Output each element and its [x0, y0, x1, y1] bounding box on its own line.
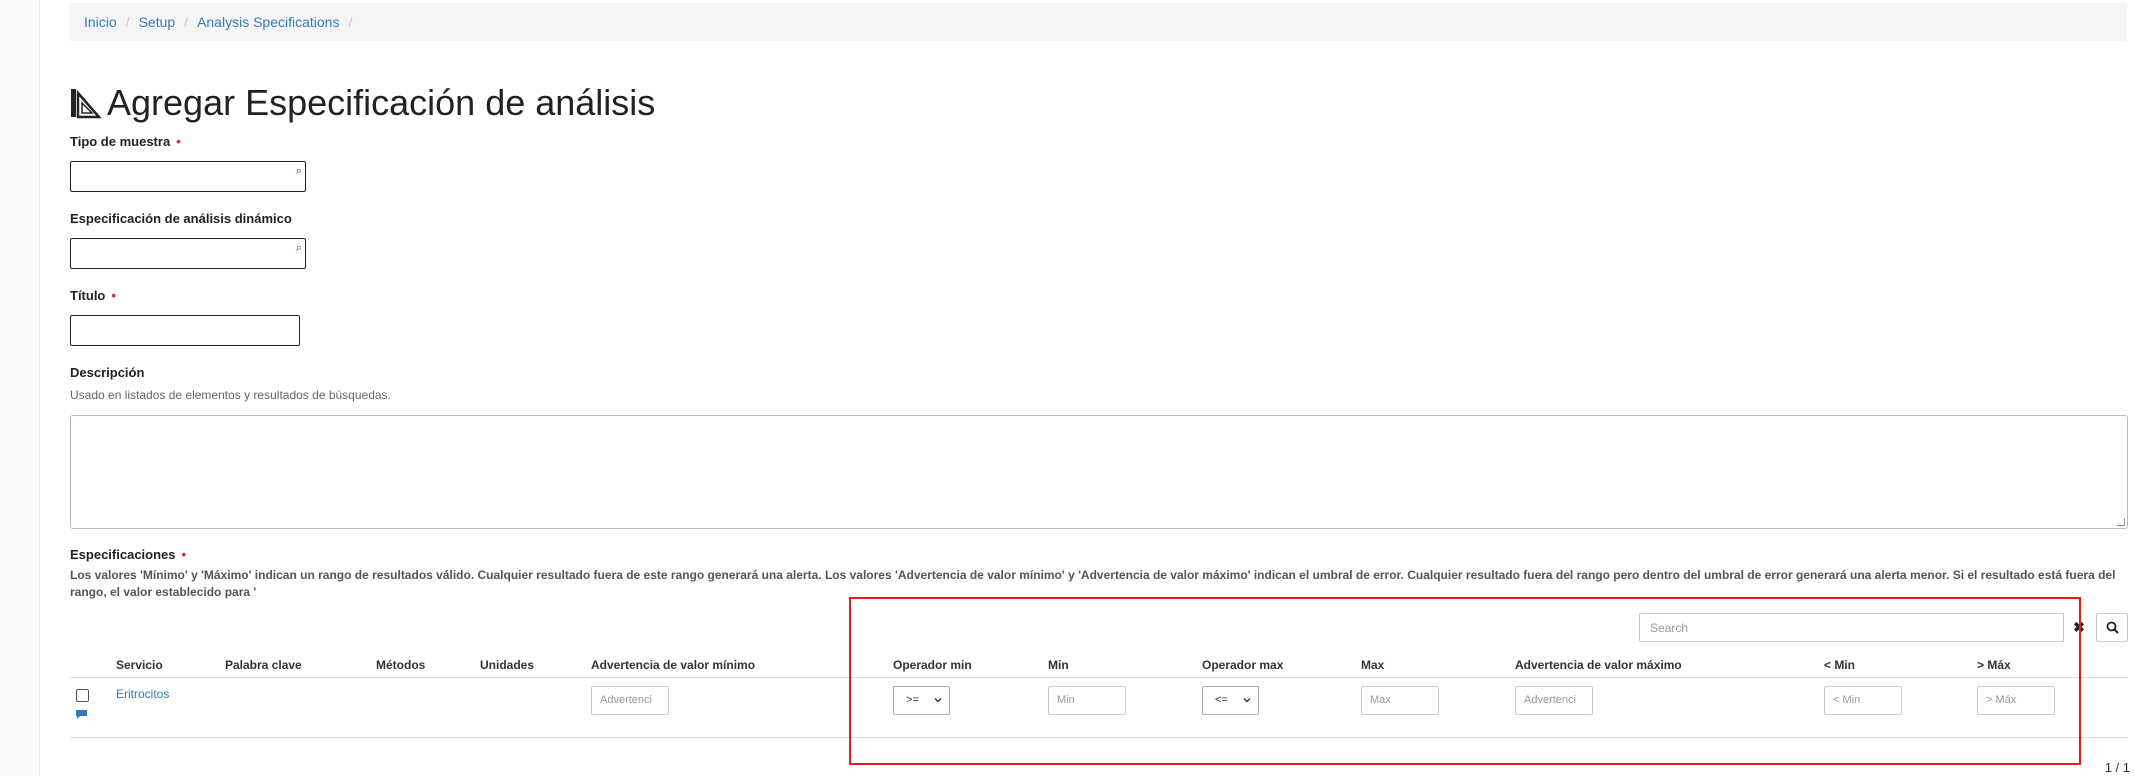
breadcrumb-separator: /: [348, 14, 353, 30]
specs-label-text: Especificaciones: [70, 547, 176, 562]
col-metodos[interactable]: Métodos: [376, 658, 425, 672]
search-button[interactable]: [2096, 613, 2128, 642]
chevron-down-icon: [1243, 698, 1251, 703]
required-marker: •: [176, 134, 181, 149]
search-icon: ⌕: [295, 165, 302, 177]
warn-min-input[interactable]: Advertenci: [591, 686, 669, 715]
comment-icon[interactable]: [75, 709, 88, 720]
title-label-text: Título: [70, 288, 106, 303]
min-operator-value: >=: [906, 694, 919, 706]
search-icon: [2106, 621, 2119, 634]
dynamic-spec-input[interactable]: ⌕: [70, 238, 306, 269]
specs-help: Los valores 'Mínimo' y 'Máximo' indican …: [70, 568, 2116, 599]
sample-type-label: Tipo de muestra •: [70, 134, 181, 149]
max-operator-value: <=: [1215, 694, 1228, 706]
chevron-down-icon: [934, 698, 942, 703]
col-servicio[interactable]: Servicio: [116, 658, 163, 672]
col-min[interactable]: Min: [1048, 658, 1069, 672]
max-operator-select[interactable]: <=: [1202, 686, 1259, 715]
col-unidades[interactable]: Unidades: [480, 658, 534, 672]
title-label: Título •: [70, 288, 116, 303]
search-icon: ⌕: [295, 242, 302, 254]
col-max-operator[interactable]: Operador max: [1202, 658, 1283, 672]
row-select-checkbox[interactable]: [76, 689, 89, 702]
max-input[interactable]: Max: [1361, 686, 1439, 715]
col-max[interactable]: Max: [1361, 658, 1384, 672]
min-operator-select[interactable]: >=: [893, 686, 950, 715]
title-input[interactable]: [70, 315, 300, 346]
left-sidebar: [0, 0, 40, 776]
required-marker: •: [111, 288, 116, 303]
breadcrumb-separator: /: [184, 14, 189, 30]
breadcrumb-analysis-specifications[interactable]: Analysis Specifications: [197, 14, 339, 30]
clear-search-button[interactable]: ✖: [2064, 613, 2094, 642]
description-help: Usado en listados de elementos y resulta…: [70, 388, 391, 402]
page-title: Agregar Especificación de análisis: [69, 80, 655, 126]
resize-handle[interactable]: [2117, 518, 2125, 526]
page-title-text: Agregar Especificación de análisis: [107, 82, 656, 123]
breadcrumb-inicio[interactable]: Inicio: [84, 14, 117, 30]
col-gt-max[interactable]: > Máx: [1977, 658, 2011, 672]
specs-label: Especificaciones •: [70, 547, 186, 562]
service-link[interactable]: Eritrocitos: [116, 687, 169, 701]
col-warn-min[interactable]: Advertencia de valor mínimo: [591, 658, 755, 672]
breadcrumb-setup[interactable]: Setup: [139, 14, 176, 30]
table-header-divider: [70, 677, 2128, 678]
description-label: Descripción: [70, 365, 145, 380]
pagination-info: 1 / 1: [2104, 760, 2130, 775]
col-lt-min[interactable]: < Min: [1824, 658, 1855, 672]
sample-type-label-text: Tipo de muestra: [70, 134, 171, 149]
min-input[interactable]: Min: [1048, 686, 1126, 715]
required-marker: •: [181, 547, 187, 562]
col-min-operator[interactable]: Operador min: [893, 658, 972, 672]
table-row-divider: [70, 737, 2128, 738]
warn-max-input[interactable]: Advertenci: [1515, 686, 1593, 715]
search-input[interactable]: Search: [1639, 613, 2064, 642]
dynamic-spec-label: Especificación de análisis dinámico: [70, 211, 292, 226]
breadcrumb-separator: /: [125, 14, 130, 30]
col-warn-max[interactable]: Advertencia de valor máximo: [1515, 658, 1682, 672]
description-textarea[interactable]: [70, 415, 2128, 529]
sample-type-input[interactable]: ⌕: [70, 161, 306, 192]
ruler-triangle-icon: [71, 89, 101, 119]
breadcrumb: Inicio / Setup / Analysis Specifications…: [69, 3, 2127, 41]
lt-min-input[interactable]: < Min: [1824, 686, 1902, 715]
close-icon: ✖: [2073, 619, 2085, 635]
col-palabra-clave[interactable]: Palabra clave: [225, 658, 302, 672]
gt-max-input[interactable]: > Máx: [1977, 686, 2055, 715]
